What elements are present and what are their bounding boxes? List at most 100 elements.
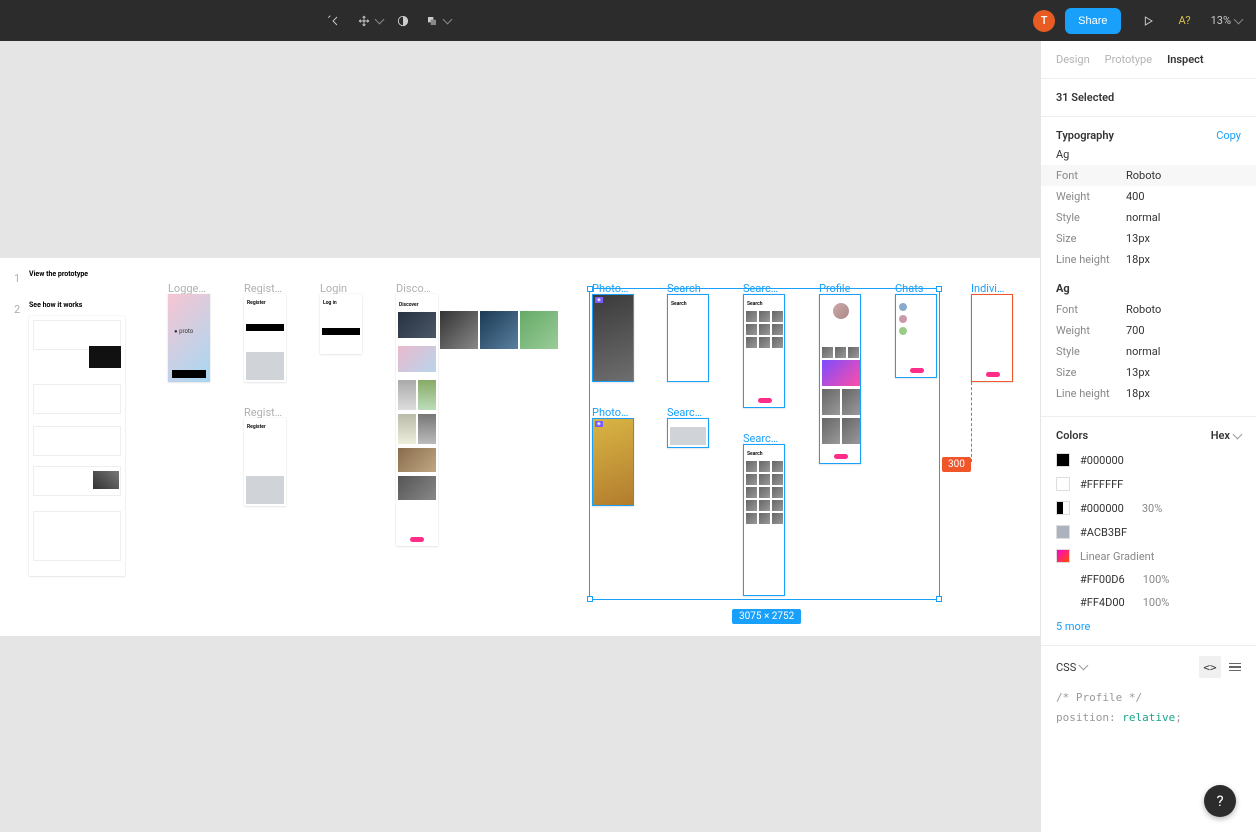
prop-val: normal [1126, 345, 1160, 358]
tab-design[interactable]: Design [1056, 53, 1090, 78]
code-tail: ; [1175, 711, 1182, 724]
prop-key: Weight [1056, 324, 1126, 337]
colors-section: Colors Hex #000000 #FFFFFF #00000030% #A… [1041, 417, 1256, 646]
zoom-dropdown[interactable]: 13% [1205, 14, 1248, 27]
selection-count: 31 Selected [1056, 91, 1241, 104]
distance-guide [971, 382, 972, 462]
frame-chats[interactable] [895, 294, 937, 378]
color-row[interactable]: #ACB3BF [1056, 520, 1241, 544]
frame-searc2[interactable]: Search [743, 444, 785, 596]
mini-text: Register [247, 300, 266, 306]
frame-profile[interactable] [819, 294, 861, 464]
canvas[interactable]: 1 2 View the prototype See how it works … [0, 41, 1040, 832]
color-mode-dropdown[interactable]: Hex [1211, 429, 1241, 442]
page-step-number: 1 [14, 272, 20, 285]
list-icon[interactable] [1229, 656, 1241, 678]
prop-key: Line height [1056, 387, 1126, 400]
prop-key: Style [1056, 211, 1126, 224]
mini-text: Register [247, 424, 266, 430]
prop-val: Roboto [1126, 303, 1161, 316]
code-icon[interactable]: <> [1199, 656, 1221, 678]
prop-key: Weight [1056, 190, 1126, 203]
code-lang-dropdown[interactable]: CSS [1056, 661, 1087, 674]
tag: ◈ [595, 421, 603, 427]
frame-photo[interactable]: ◈ [592, 294, 634, 382]
mini-text: Log in [323, 300, 337, 306]
color-row[interactable]: #000000 [1056, 448, 1241, 472]
chevron-down-icon [1234, 14, 1244, 24]
page-step-number: 2 [14, 303, 20, 316]
play-icon[interactable] [1131, 4, 1165, 38]
css-section: CSS <> /* Profile */ position: relative; [1041, 646, 1256, 743]
color-row[interactable]: #FF4D00 100% [1056, 591, 1241, 614]
prop-val: 700 [1126, 324, 1145, 337]
color-row[interactable]: Linear Gradient [1056, 544, 1241, 568]
color-value: #ACB3BF [1080, 526, 1127, 539]
frame-logged[interactable]: ● proto [168, 294, 210, 382]
toolbar: T Share A? 13% [0, 0, 1256, 41]
share-button[interactable]: Share [1065, 8, 1120, 34]
tab-inspect[interactable]: Inspect [1167, 53, 1204, 78]
thumb-image [480, 311, 518, 349]
distance-label: 300 [942, 457, 971, 472]
thumb-image [440, 311, 478, 349]
colors-title: Colors [1056, 429, 1088, 442]
thumb-image [520, 311, 558, 349]
prop-key: Font [1056, 303, 1126, 316]
missing-fonts-icon[interactable]: A? [1175, 14, 1195, 27]
color-value: #FF00D6 [1080, 573, 1125, 586]
type-sample-bold: Ag [1056, 282, 1241, 295]
frame-register-2[interactable]: Register [244, 418, 286, 506]
page-heading: See how it works [29, 301, 82, 309]
colors-more[interactable]: 5 more [1056, 620, 1241, 633]
code-keyword: relative [1116, 711, 1176, 724]
frame-discover[interactable]: Discover [396, 294, 438, 546]
tab-prototype[interactable]: Prototype [1105, 53, 1152, 78]
frame-search2[interactable] [667, 418, 709, 448]
color-pct: 100% [1143, 573, 1170, 586]
color-value: #000000 [1080, 502, 1124, 515]
frame-search[interactable]: Search [667, 294, 709, 382]
color-value: #FF4D00 [1080, 596, 1125, 609]
selection-dims: 3075 × 2752 [732, 609, 801, 624]
prop-val: 18px [1126, 253, 1150, 266]
component-icon[interactable] [420, 4, 454, 38]
frame-indiv[interactable] [971, 294, 1013, 382]
code-comment: /* Profile */ [1056, 688, 1241, 708]
frame-register[interactable]: Register [244, 294, 286, 382]
inspect-panel: Design Prototype Inspect 31 Selected Typ… [1040, 41, 1256, 832]
color-row[interactable]: #00000030% [1056, 496, 1241, 520]
tag: ◈ [595, 297, 603, 303]
prop-key: Line height [1056, 253, 1126, 266]
prop-val: 13px [1126, 366, 1150, 379]
frame-photo2[interactable]: ◈ [592, 418, 634, 506]
prop-key: Style [1056, 345, 1126, 358]
mini-text: Search [747, 301, 763, 307]
color-pct: 100% [1143, 596, 1170, 609]
back-icon[interactable] [318, 4, 352, 38]
mini-text: Discover [399, 302, 419, 308]
color-value: #000000 [1080, 454, 1124, 467]
avatar[interactable]: T [1033, 10, 1055, 32]
prop-val: 400 [1126, 190, 1145, 203]
frame-login[interactable]: Log in [320, 294, 362, 354]
selection-summary: 31 Selected [1041, 79, 1256, 117]
copy-button[interactable]: Copy [1216, 129, 1241, 142]
code-line: position: [1056, 711, 1116, 724]
frame-searc[interactable]: Search [743, 294, 785, 408]
typography-section: Typography Copy Ag FontRoboto Weight400 … [1041, 117, 1256, 417]
color-value: Linear Gradient [1080, 550, 1154, 563]
color-row[interactable]: #FF00D6 100% [1056, 568, 1241, 591]
prop-val: 13px [1126, 232, 1150, 245]
contrast-icon[interactable] [386, 4, 420, 38]
prop-val: Roboto [1126, 169, 1161, 182]
help-button[interactable]: ? [1204, 785, 1236, 817]
prop-val: 18px [1126, 387, 1150, 400]
page-heading: View the prototype [29, 270, 88, 278]
color-row[interactable]: #FFFFFF [1056, 472, 1241, 496]
prop-key: Font [1056, 169, 1126, 182]
move-tool-icon[interactable] [352, 4, 386, 38]
mini-text: Search [671, 301, 687, 307]
mini-text: proto [179, 328, 193, 335]
prop-key: Size [1056, 366, 1126, 379]
